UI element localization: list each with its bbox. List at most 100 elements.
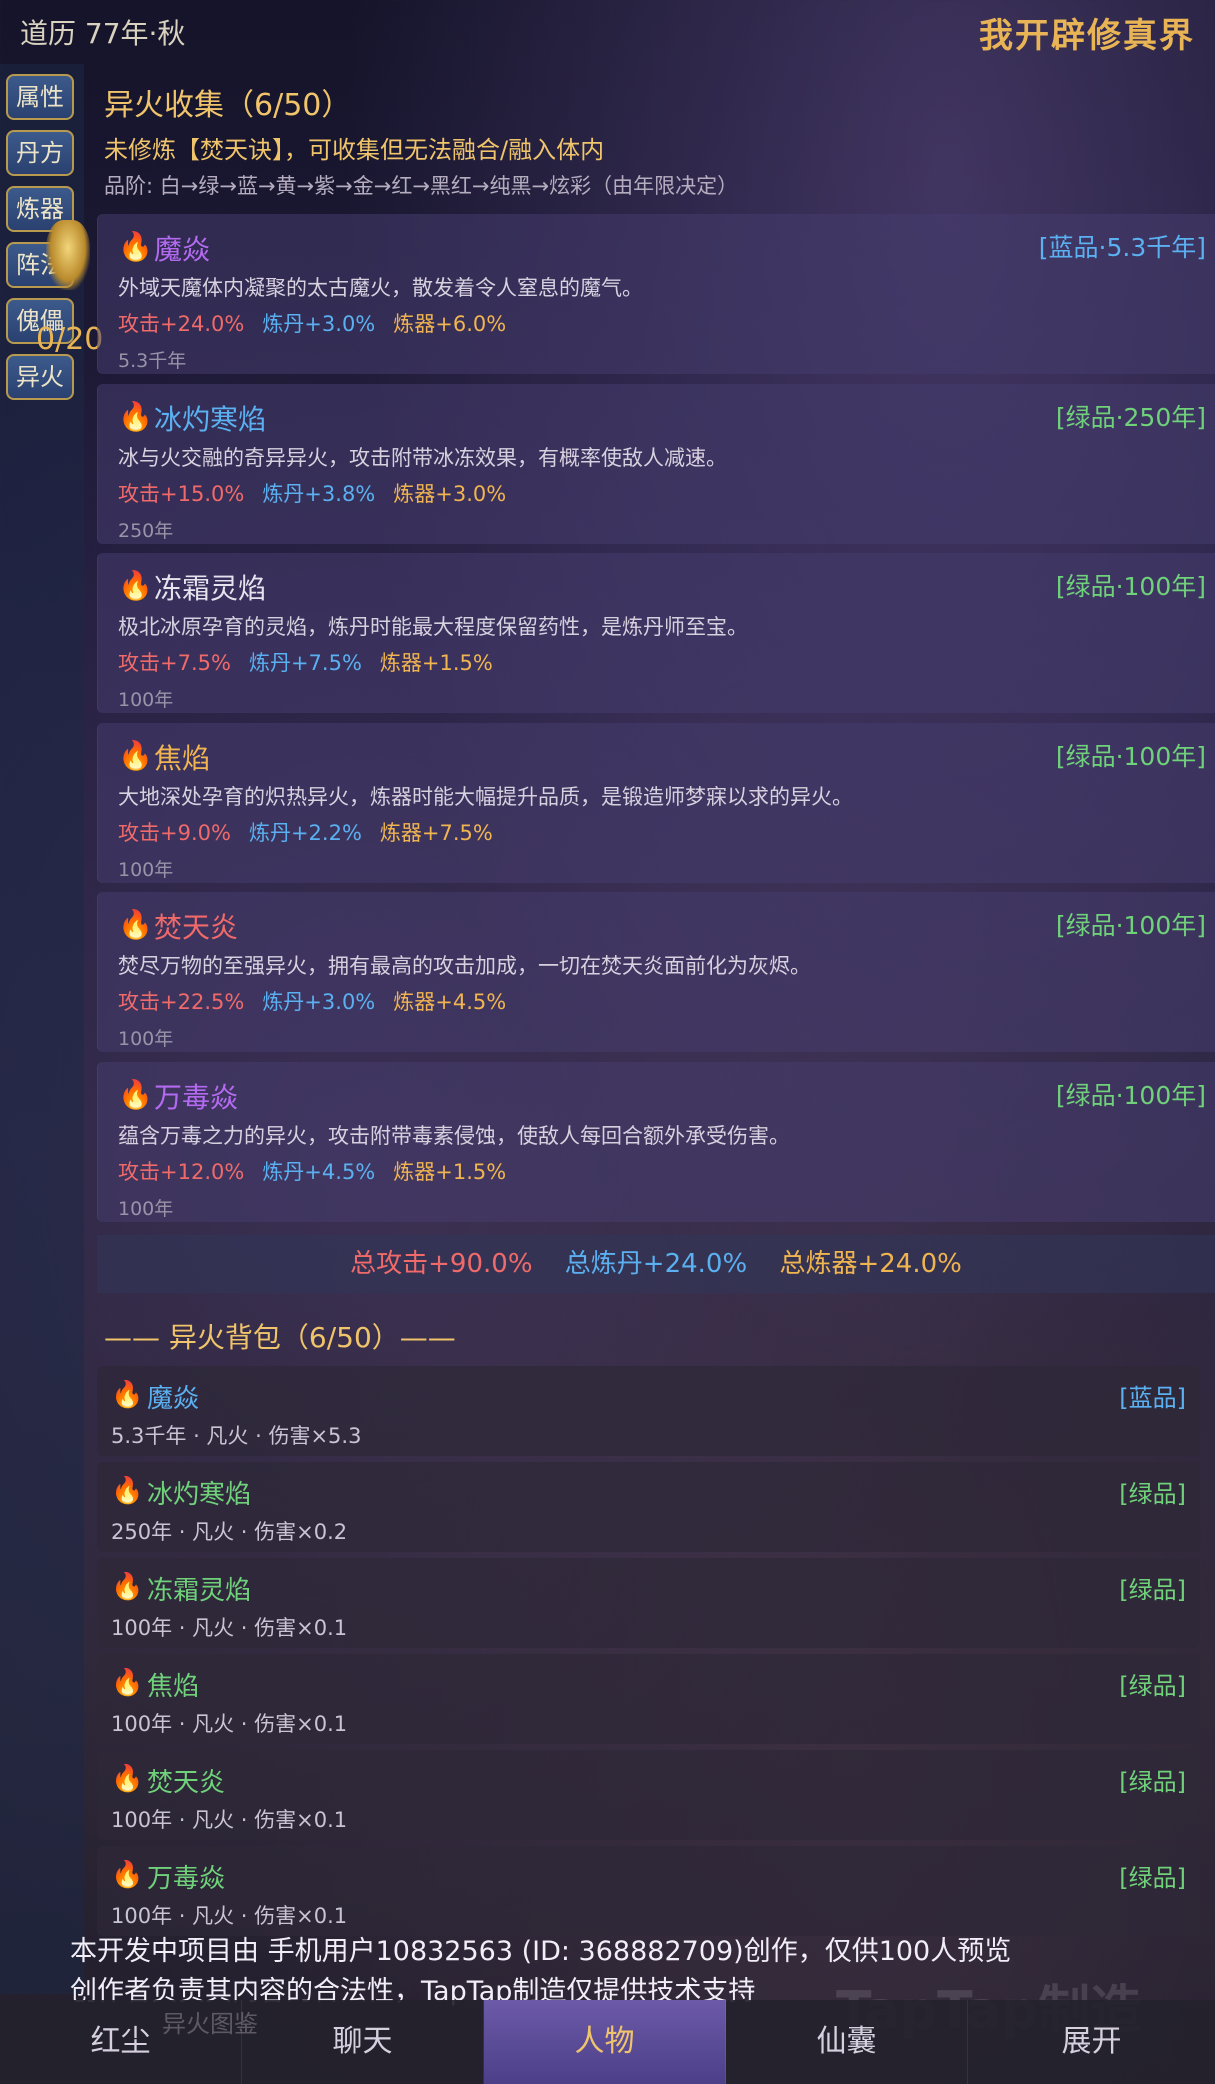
fire-stats: 攻击+15.0% 炼丹+3.8% 炼器+3.0% — [118, 478, 524, 508]
fire-card[interactable]: 🔥 万毒焱 [绿品·100年] 蕴含万毒之力的异火，攻击附带毒素侵蚀，使敌人每回… — [97, 1062, 1215, 1222]
fire-icon: 🔥 — [118, 230, 153, 263]
bag-item-name: 冰灼寒焰 — [147, 1480, 252, 1510]
fire-stats: 攻击+24.0% 炼丹+3.0% 炼器+6.0% — [118, 308, 524, 338]
top-bar: 道历 77年·秋 我开辟修真界 — [0, 0, 1215, 58]
medal-count: 0/20 — [36, 322, 104, 357]
fire-icon: 🔥 — [118, 739, 153, 772]
bag-item-grade: [绿品] — [1119, 1768, 1186, 1796]
stat-forging: 炼器+3.0% — [393, 482, 507, 506]
nav-strange-fire-button[interactable]: 异火 — [6, 354, 74, 400]
ghost-label: 异火图鉴 — [162, 2010, 258, 2038]
total-alchemy: 总炼丹+24.0% — [564, 1249, 748, 1279]
fire-card[interactable]: 🔥 冰灼寒焰 [绿品·250年] 冰与火交融的奇异异火，攻击附带冰冻效果，有概率… — [97, 384, 1215, 544]
fire-age: 100年 — [118, 1028, 174, 1050]
bag-item-name: 焚天炎 — [147, 1768, 226, 1798]
bag-item-meta: 100年 · 凡火 · 伤害×0.1 — [111, 1808, 348, 1832]
bag-item-grade: [绿品] — [1119, 1864, 1186, 1892]
fire-stats: 攻击+7.5% 炼丹+7.5% 炼器+1.5% — [118, 647, 511, 677]
fire-grade-tag: [绿品·100年] — [1055, 742, 1206, 771]
fire-name: 冰灼寒焰 — [154, 403, 267, 436]
bag-item-grade: [绿品] — [1119, 1480, 1186, 1508]
fire-card[interactable]: 🔥 焦焰 [绿品·100年] 大地深处孕育的炽热异火，炼器时能大幅提升品质，是锻… — [97, 723, 1215, 883]
bag-item-name: 冻霜灵焰 — [147, 1576, 252, 1606]
fire-icon: 🔥 — [111, 1764, 144, 1794]
bag-item-meta: 250年 · 凡火 · 伤害×0.2 — [111, 1520, 348, 1544]
bag-item[interactable]: 🔥 冰灼寒焰 [绿品] 250年 · 凡火 · 伤害×0.2 — [97, 1462, 1200, 1552]
collection-title: 异火收集（6/50） — [104, 88, 352, 123]
stat-attack: 攻击+9.0% — [118, 821, 231, 845]
fire-description: 冰与火交融的奇异异火，攻击附带冰冻效果，有概率使敌人减速。 — [118, 446, 727, 470]
fire-description: 外域天魔体内凝聚的太古魔火，散发着令人窒息的魔气。 — [118, 276, 643, 300]
fire-icon: 🔥 — [118, 569, 153, 602]
nav-recipes-button[interactable]: 丹方 — [6, 130, 74, 176]
bag-item[interactable]: 🔥 魔焱 [蓝品] 5.3千年 · 凡火 · 伤害×5.3 — [97, 1366, 1200, 1456]
bag-item-grade: [蓝品] — [1119, 1384, 1186, 1412]
fire-icon: 🔥 — [118, 908, 153, 941]
fire-icon: 🔥 — [111, 1668, 144, 1698]
fire-description: 极北冰原孕育的灵焰，炼丹时能最大程度保留药性，是炼丹师至宝。 — [118, 615, 748, 639]
game-title: 我开辟修真界 — [979, 16, 1195, 56]
bag-item-name: 魔焱 — [147, 1384, 200, 1414]
fire-description: 焚尽万物的至强异火，拥有最高的攻击加成，一切在焚天炎面前化为灰烬。 — [118, 954, 811, 978]
collection-warning: 未修炼【焚天诀】，可收集但无法融合/融入体内 — [104, 136, 605, 164]
totals-bar: 总攻击+90.0% 总炼丹+24.0% 总炼器+24.0% — [97, 1235, 1215, 1293]
grade-legend: 品阶: 白→绿→蓝→黄→紫→金→红→黑红→纯黑→炫彩（由年限决定） — [104, 174, 739, 198]
stat-alchemy: 炼丹+2.2% — [248, 821, 362, 845]
fire-stats: 攻击+12.0% 炼丹+4.5% 炼器+1.5% — [118, 1156, 524, 1186]
stat-alchemy: 炼丹+3.0% — [262, 990, 376, 1014]
fire-grade-tag: [绿品·100年] — [1055, 572, 1206, 601]
fire-age: 100年 — [118, 1198, 174, 1220]
bag-item[interactable]: 🔥 万毒焱 [绿品] 100年 · 凡火 · 伤害×0.1 — [97, 1846, 1200, 1936]
tab-inventory[interactable]: 仙囊 — [726, 2000, 968, 2084]
fire-card[interactable]: 🔥 魔焱 [蓝品·5.3千年] 外域天魔体内凝聚的太古魔火，散发着令人窒息的魔气… — [97, 214, 1215, 374]
fire-name: 焚天炎 — [154, 911, 239, 944]
fire-grade-tag: [绿品·100年] — [1055, 911, 1206, 940]
stat-forging: 炼器+4.5% — [393, 990, 507, 1014]
fire-stats: 攻击+9.0% 炼丹+2.2% 炼器+7.5% — [118, 817, 511, 847]
fire-age: 100年 — [118, 859, 174, 881]
total-forging: 总炼器+24.0% — [779, 1249, 962, 1279]
fire-card[interactable]: 🔥 冻霜灵焰 [绿品·100年] 极北冰原孕育的灵焰，炼丹时能最大程度保留药性，… — [97, 553, 1215, 713]
bag-item-meta: 5.3千年 · 凡火 · 伤害×5.3 — [111, 1424, 362, 1448]
bag-item[interactable]: 🔥 冻霜灵焰 [绿品] 100年 · 凡火 · 伤害×0.1 — [97, 1558, 1200, 1648]
fire-icon: 🔥 — [118, 400, 153, 433]
fire-age: 100年 — [118, 689, 174, 711]
fire-stats: 攻击+22.5% 炼丹+3.0% 炼器+4.5% — [118, 986, 524, 1016]
stat-attack: 攻击+12.0% — [118, 1160, 245, 1184]
fire-description: 大地深处孕育的炽热异火，炼器时能大幅提升品质，是锻造师梦寐以求的异火。 — [118, 785, 853, 809]
fire-name: 万毒焱 — [154, 1081, 239, 1114]
tab-chat[interactable]: 聊天 — [242, 2000, 484, 2084]
fire-icon: 🔥 — [111, 1476, 144, 1506]
stat-forging: 炼器+6.0% — [393, 312, 507, 336]
fire-name: 魔焱 — [154, 233, 211, 266]
fire-icon: 🔥 — [118, 1078, 153, 1111]
bag-title: —— 异火背包（6/50）—— — [104, 1321, 456, 1354]
fire-age: 250年 — [118, 520, 174, 542]
bag-item-grade: [绿品] — [1119, 1576, 1186, 1604]
fire-grade-tag: [蓝品·5.3千年] — [1038, 233, 1206, 262]
fire-icon: 🔥 — [111, 1860, 144, 1890]
fire-name: 焦焰 — [154, 742, 211, 775]
stat-attack: 攻击+24.0% — [118, 312, 245, 336]
bag-item[interactable]: 🔥 焦焰 [绿品] 100年 · 凡火 · 伤害×0.1 — [97, 1654, 1200, 1744]
stat-attack: 攻击+15.0% — [118, 482, 245, 506]
bag-item-name: 焦焰 — [147, 1672, 200, 1702]
tab-character[interactable]: 人物 — [484, 2000, 726, 2084]
stat-alchemy: 炼丹+4.5% — [262, 1160, 376, 1184]
tab-expand[interactable]: 展开 — [968, 2000, 1215, 2084]
bag-item-name: 万毒焱 — [147, 1864, 226, 1894]
fire-card[interactable]: 🔥 焚天炎 [绿品·100年] 焚尽万物的至强异火，拥有最高的攻击加成，一切在焚… — [97, 892, 1215, 1052]
medal-icon[interactable] — [46, 220, 90, 290]
fire-grade-tag: [绿品·100年] — [1055, 1081, 1206, 1110]
total-attack: 总攻击+90.0% — [350, 1249, 533, 1279]
stat-alchemy: 炼丹+3.8% — [262, 482, 376, 506]
stat-forging: 炼器+7.5% — [379, 821, 493, 845]
stat-alchemy: 炼丹+7.5% — [248, 651, 362, 675]
bag-item-meta: 100年 · 凡火 · 伤害×0.1 — [111, 1904, 348, 1928]
stat-attack: 攻击+7.5% — [118, 651, 231, 675]
nav-attributes-button[interactable]: 属性 — [6, 74, 74, 120]
bag-item[interactable]: 🔥 焚天炎 [绿品] 100年 · 凡火 · 伤害×0.1 — [97, 1750, 1200, 1840]
preview-notice-line1: 本开发中项目由 手机用户10832563 (ID: 368882709)创作，仅… — [70, 1936, 1012, 1967]
stat-forging: 炼器+1.5% — [379, 651, 493, 675]
stat-forging: 炼器+1.5% — [393, 1160, 507, 1184]
